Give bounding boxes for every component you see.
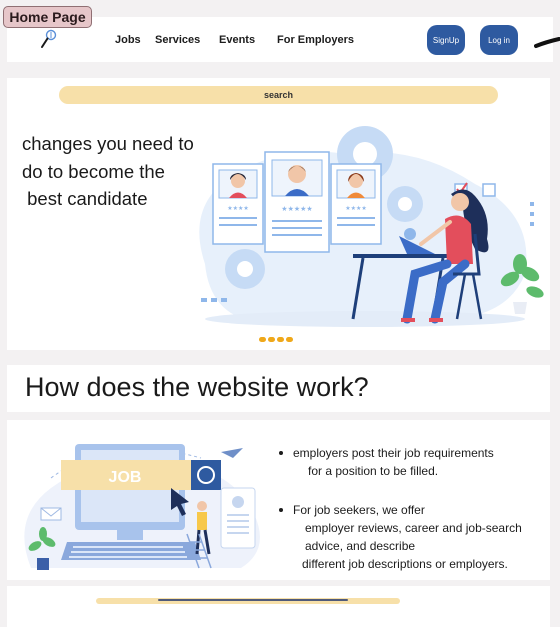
search-bar[interactable]: search (59, 86, 498, 104)
nav-link-services[interactable]: Services (155, 34, 200, 46)
pen-stroke-mark (534, 37, 560, 48)
svg-text:★★★★: ★★★★ (227, 205, 249, 212)
svg-text:★★★★: ★★★★ (345, 205, 367, 212)
frame-label: Home Page (3, 6, 92, 28)
how-it-works-section: JOB employers post their job requirement… (7, 420, 550, 580)
scrollbar-thumb[interactable] (158, 599, 348, 601)
bullet-line: advice, and describe (305, 539, 416, 553)
login-button[interactable]: Log in (480, 25, 518, 55)
magnifier-logo-icon[interactable] (40, 29, 58, 53)
horizontal-scrollbar[interactable] (96, 598, 400, 604)
bullet-line: For job seekers, we offer (293, 503, 425, 517)
job-search-illustration: JOB (24, 444, 260, 570)
carousel-dot[interactable] (286, 337, 293, 342)
bullet-line: different job descriptions or employers. (302, 557, 508, 571)
list-item: employers post their job requirements fo… (275, 444, 547, 480)
signup-button[interactable]: SignUp (427, 25, 465, 55)
footer-strip (7, 586, 550, 627)
bullet-line: for a position to be filled. (308, 464, 439, 478)
bullet-line: employers post their job requirements (293, 446, 494, 460)
search-label: search (263, 90, 294, 100)
nav-link-events[interactable]: Events (219, 34, 255, 46)
nav-link-jobs[interactable]: Jobs (115, 34, 141, 46)
carousel-dot[interactable] (259, 337, 266, 342)
section-title: How does the website work? (7, 365, 550, 412)
job-label: JOB (109, 469, 142, 486)
carousel-dot[interactable] (277, 337, 284, 342)
hero-section: search changes you need to do to become … (7, 78, 550, 350)
how-it-works-list: employers post their job requirements fo… (275, 444, 547, 573)
nav-link-for-employers[interactable]: For Employers (277, 34, 354, 46)
carousel-dots[interactable] (259, 337, 293, 342)
svg-text:★★★★★: ★★★★★ (281, 205, 312, 213)
bullet-line: employer reviews, career and job-search (305, 521, 522, 535)
job-candidates-illustration: ★★★★ ★★★★★ ★★★★ (199, 126, 544, 327)
carousel-dot[interactable] (268, 337, 275, 342)
list-item: For job seekers, we offer employer revie… (275, 501, 547, 573)
